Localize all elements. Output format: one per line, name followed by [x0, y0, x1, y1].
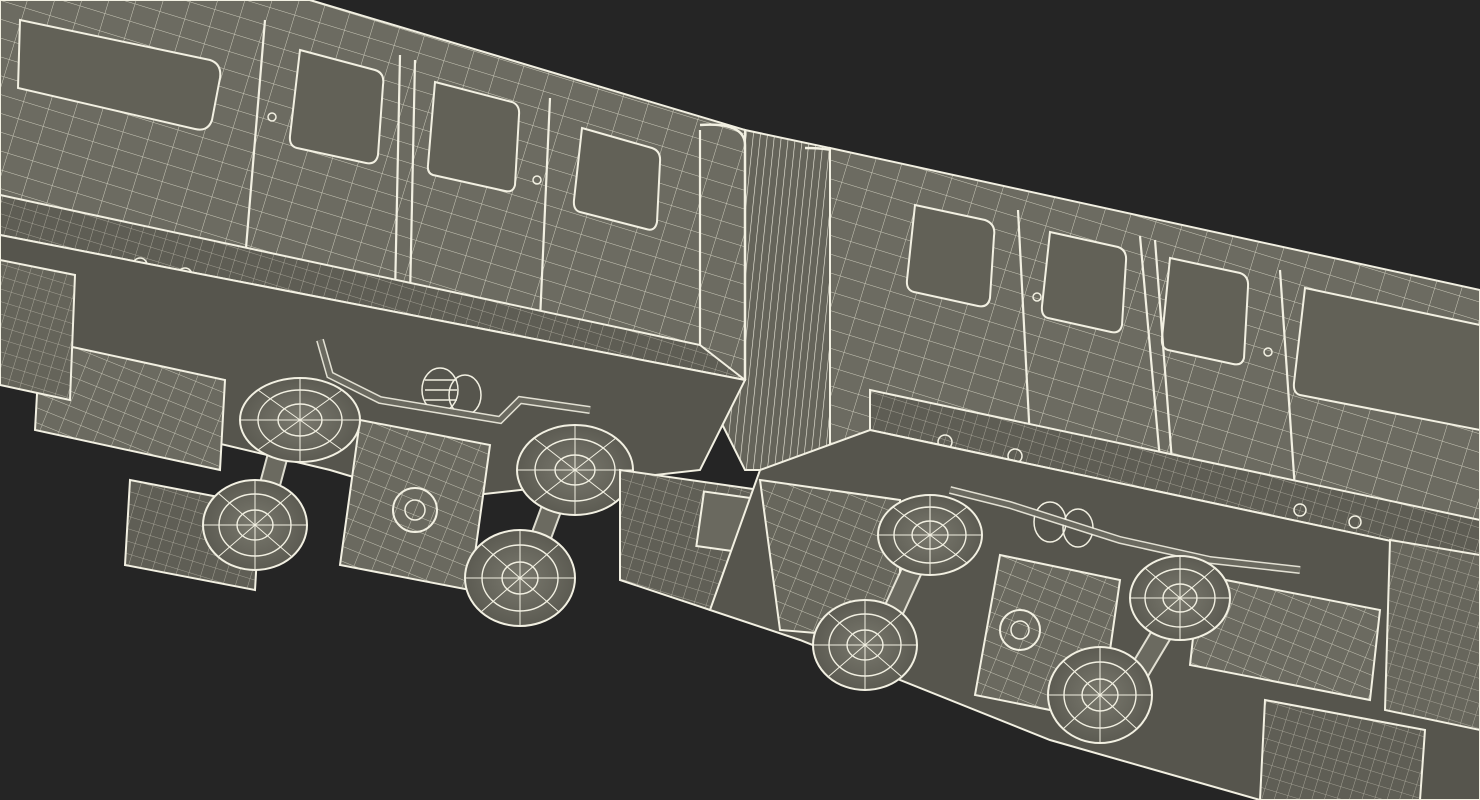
- render-viewport: [0, 0, 1480, 800]
- wireframe-render: [0, 0, 1480, 800]
